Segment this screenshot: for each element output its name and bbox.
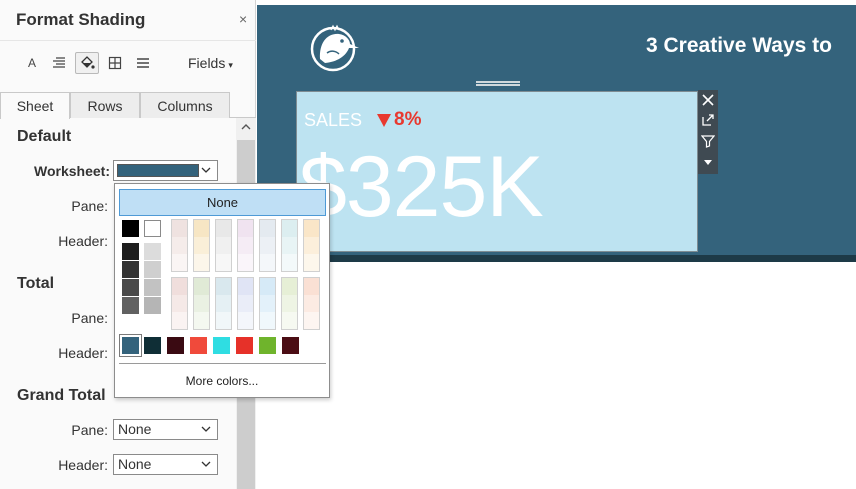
recent-color-swatch[interactable]	[213, 337, 230, 354]
color-gradient-swatch[interactable]	[193, 219, 210, 272]
recent-color-swatch[interactable]	[236, 337, 253, 354]
kpi-label: SALES	[304, 110, 363, 130]
color-swatch[interactable]	[122, 297, 139, 314]
color-gradient-swatch[interactable]	[303, 277, 320, 330]
more-colors-link[interactable]: More colors...	[115, 374, 329, 388]
more-options-icon[interactable]	[701, 155, 715, 169]
kpi-delta: 8%	[394, 109, 422, 130]
recent-color-swatch[interactable]	[282, 337, 299, 354]
recent-color-swatch[interactable]	[144, 337, 161, 354]
font-format-icon[interactable]: A	[20, 52, 44, 74]
default-header-label: Header:	[58, 233, 108, 249]
fields-label: Fields	[188, 55, 226, 71]
default-pane-label: Pane:	[71, 198, 108, 214]
chevron-down-icon	[201, 461, 211, 467]
color-gradient-swatch[interactable]	[303, 219, 320, 272]
fields-dropdown[interactable]: Fields ▾	[188, 55, 233, 71]
color-gradient-swatch[interactable]	[259, 277, 276, 330]
borders-format-icon[interactable]	[103, 52, 127, 74]
color-swatch[interactable]	[144, 243, 161, 260]
scroll-up-icon[interactable]	[241, 122, 251, 132]
close-icon[interactable]: ×	[239, 11, 247, 27]
go-to-sheet-icon[interactable]	[701, 113, 715, 127]
color-gradient-swatch[interactable]	[215, 219, 232, 272]
recent-color-swatch[interactable]	[259, 337, 276, 354]
grand-total-header-value: None	[118, 456, 152, 472]
alignment-format-icon[interactable]	[47, 52, 71, 74]
color-gradient-swatch[interactable]	[237, 277, 254, 330]
color-swatch[interactable]	[144, 279, 161, 296]
grand-total-pane-label: Pane:	[71, 422, 108, 438]
grand-total-header-label: Header:	[58, 457, 108, 473]
grand-total-pane-dropdown[interactable]: None	[113, 419, 218, 440]
color-swatch[interactable]	[144, 261, 161, 278]
kpi-value: $325K	[299, 139, 544, 235]
color-swatch[interactable]	[144, 297, 161, 314]
remove-icon[interactable]	[701, 93, 715, 107]
worksheet-color-dropdown[interactable]	[113, 160, 218, 181]
dashboard-title: 3 Creative Ways to	[646, 34, 832, 57]
section-default-title: Default	[17, 128, 72, 145]
color-gradient-swatch[interactable]	[171, 277, 188, 330]
worksheet-floating-toolbar	[698, 90, 718, 174]
worksheet-label: Worksheet:	[34, 163, 110, 179]
dashboard-bottom-band	[257, 255, 856, 262]
color-picker-popup: None More colors...	[114, 183, 330, 398]
filter-icon[interactable]	[701, 134, 715, 148]
color-swatch[interactable]	[144, 220, 161, 237]
drag-handle[interactable]	[476, 80, 520, 89]
recent-color-swatch[interactable]	[190, 337, 207, 354]
color-swatch[interactable]	[122, 261, 139, 278]
color-swatch[interactable]	[122, 243, 139, 260]
color-gradient-swatch[interactable]	[237, 219, 254, 272]
grand-total-header-dropdown[interactable]: None	[113, 454, 218, 475]
pane-title: Format Shading	[16, 10, 146, 29]
chevron-down-icon: ▾	[228, 60, 233, 70]
color-gradient-swatch[interactable]	[259, 219, 276, 272]
color-gradient-swatch[interactable]	[281, 219, 298, 272]
color-gradient-swatch[interactable]	[193, 277, 210, 330]
no-color-button[interactable]: None	[119, 189, 326, 216]
color-swatch[interactable]	[122, 279, 139, 296]
section-grand-total-title: Grand Total	[17, 387, 106, 404]
tab-rows[interactable]: Rows	[70, 92, 140, 118]
shading-format-icon[interactable]	[75, 52, 99, 74]
lines-format-icon[interactable]	[131, 52, 155, 74]
grand-total-pane-value: None	[118, 421, 152, 437]
kingfisher-logo-icon	[310, 24, 359, 72]
tab-columns[interactable]: Columns	[140, 92, 230, 118]
recent-color-swatch[interactable]	[122, 337, 139, 354]
picker-divider	[119, 363, 326, 364]
total-header-label: Header:	[58, 345, 108, 361]
color-swatch[interactable]	[122, 220, 139, 237]
color-gradient-swatch[interactable]	[281, 277, 298, 330]
format-tabs: Sheet Rows Columns	[0, 92, 256, 119]
chevron-down-icon	[201, 426, 211, 432]
color-gradient-swatch[interactable]	[171, 219, 188, 272]
sales-kpi-card[interactable]: SALES 8% $325K	[296, 91, 698, 252]
triangle-down-icon	[377, 114, 391, 127]
worksheet-color-swatch	[117, 164, 199, 177]
section-total-title: Total	[17, 275, 55, 292]
recent-color-swatch[interactable]	[167, 337, 184, 354]
chevron-down-icon	[201, 167, 211, 173]
color-gradient-swatch[interactable]	[215, 277, 232, 330]
total-pane-label: Pane:	[71, 310, 108, 326]
format-toolbar: A Fields ▾	[0, 40, 256, 84]
tab-sheet[interactable]: Sheet	[0, 92, 70, 119]
